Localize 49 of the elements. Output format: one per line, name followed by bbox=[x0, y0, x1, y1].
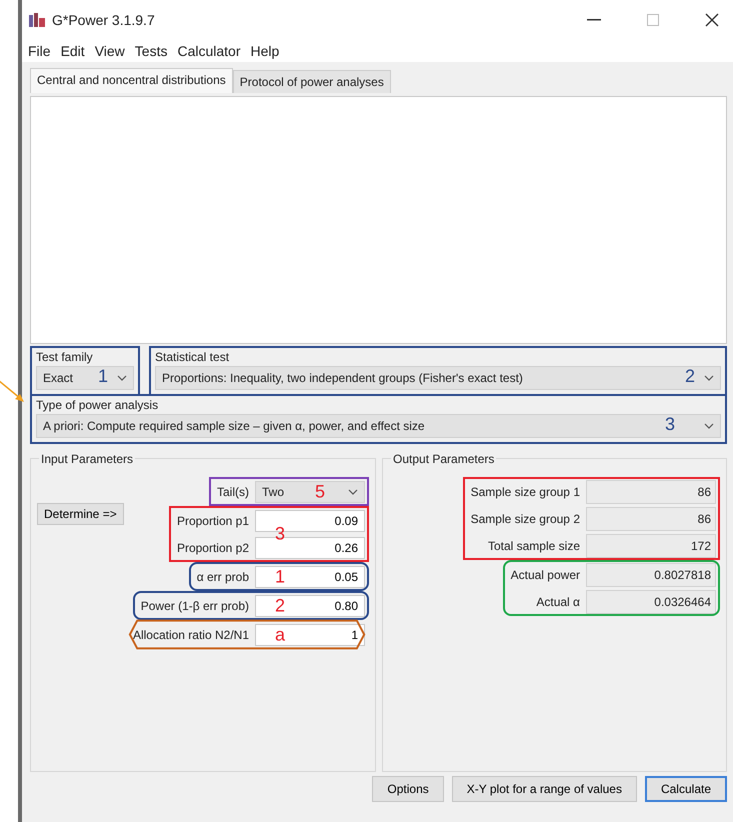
parameter-label: Sample size group 1 bbox=[470, 484, 580, 498]
parameter-label: Proportion p1 bbox=[176, 514, 249, 528]
panel-title: Input Parameters bbox=[39, 452, 136, 466]
annotation-number: 1 bbox=[274, 566, 285, 587]
panel-title: Output Parameters bbox=[391, 452, 496, 466]
menu-item[interactable]: Edit bbox=[60, 43, 85, 59]
menu-item[interactable]: File bbox=[28, 43, 51, 59]
arrow-icon bbox=[0, 378, 26, 404]
output-field: 86 bbox=[586, 506, 716, 530]
parameter-label: Tail(s) bbox=[217, 484, 249, 498]
parameter-label: Power (1-β err prob) bbox=[140, 598, 249, 612]
menu-item[interactable]: Tests bbox=[134, 43, 168, 59]
app-logo-icon bbox=[28, 12, 46, 28]
chevron-icon bbox=[704, 375, 714, 381]
minimize-icon[interactable] bbox=[587, 19, 601, 21]
group-label: Statistical test bbox=[155, 350, 230, 364]
output-field: 172 bbox=[586, 534, 716, 558]
parameter-label: Total sample size bbox=[488, 538, 580, 552]
tab[interactable]: Central and noncentral distributions bbox=[30, 68, 233, 93]
parameter-label: Allocation ratio N2/N1 bbox=[132, 628, 249, 642]
action-button[interactable]: X-Y plot for a range of values bbox=[452, 776, 637, 802]
action-button[interactable]: Options bbox=[372, 776, 444, 802]
annotation-number: a bbox=[274, 624, 285, 645]
close-icon[interactable] bbox=[705, 13, 719, 27]
annotation-number: 2 bbox=[684, 366, 695, 387]
parameter-label: Proportion p2 bbox=[176, 540, 249, 554]
annotation-number: 2 bbox=[274, 595, 285, 616]
menu-item[interactable]: Calculator bbox=[177, 43, 240, 59]
menu-item[interactable]: Help bbox=[250, 43, 280, 59]
chevron-icon bbox=[117, 375, 127, 381]
output-field: 86 bbox=[586, 480, 716, 504]
annotation-number: 5 bbox=[314, 481, 325, 502]
parameter-label: α err prob bbox=[196, 570, 249, 584]
tab[interactable]: Protocol of power analyses bbox=[232, 70, 391, 93]
menu-item[interactable]: View bbox=[94, 43, 125, 59]
output-field: 0.8027818 bbox=[586, 562, 716, 586]
output-field: 0.0326464 bbox=[586, 590, 716, 614]
annotation-number: 3 bbox=[664, 414, 675, 435]
group-label: Test family bbox=[36, 350, 94, 364]
determine-button[interactable]: Determine => bbox=[37, 503, 124, 525]
chevron-icon bbox=[704, 423, 714, 429]
parameter-label: Actual α bbox=[536, 594, 580, 608]
group-label: Type of power analysis bbox=[36, 398, 160, 412]
action-button[interactable]: Calculate bbox=[644, 776, 727, 802]
annotation-number: 1 bbox=[98, 366, 108, 387]
parameter-label: Actual power bbox=[510, 568, 580, 582]
chevron-icon bbox=[348, 488, 358, 494]
parameter-label: Sample size group 2 bbox=[470, 512, 580, 526]
window-title: G*Power 3.1.9.7 bbox=[52, 12, 155, 28]
